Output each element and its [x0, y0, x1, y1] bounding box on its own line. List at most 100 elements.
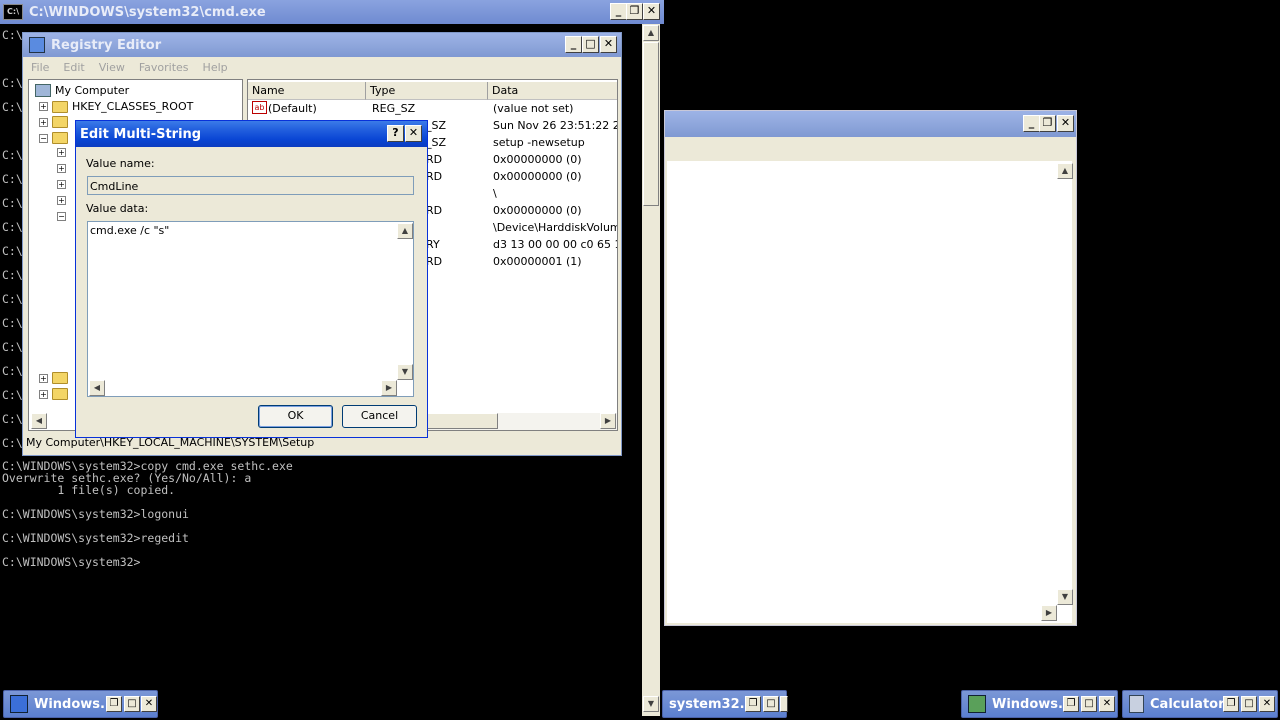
- tree-item[interactable]: +: [39, 116, 68, 128]
- column-header-name[interactable]: Name: [248, 82, 366, 100]
- tree-item-my-computer[interactable]: My Computer: [35, 84, 129, 97]
- menu-favorites[interactable]: Favorites: [139, 61, 189, 74]
- console-fragment: C:\: [2, 100, 23, 114]
- tree-item[interactable]: +: [39, 372, 68, 384]
- computer-icon: [35, 84, 51, 97]
- scroll-left-arrow-icon[interactable]: ◀: [31, 413, 47, 429]
- close-button[interactable]: ✕: [600, 36, 617, 53]
- value-data: d3 13 00 00 00 c0 65 10: [493, 238, 618, 251]
- scroll-right-arrow-icon[interactable]: ▶: [1041, 605, 1057, 621]
- restore-button[interactable]: ❐: [1039, 115, 1056, 132]
- minimize-button[interactable]: _: [1023, 115, 1040, 132]
- restore-button[interactable]: ❐: [745, 696, 761, 712]
- tree-item[interactable]: −: [39, 132, 68, 144]
- minimize-button[interactable]: _: [565, 36, 582, 53]
- maximize-button[interactable]: □: [763, 696, 779, 712]
- menu-view[interactable]: View: [99, 61, 125, 74]
- close-button[interactable]: ✕: [1099, 696, 1115, 712]
- close-button[interactable]: ✕: [1259, 696, 1275, 712]
- cancel-button[interactable]: Cancel: [342, 405, 417, 428]
- scroll-up-arrow-icon[interactable]: ▲: [397, 223, 413, 239]
- expand-icon[interactable]: +: [39, 373, 48, 383]
- scroll-right-arrow-icon[interactable]: ▶: [600, 413, 616, 429]
- console-fragment: C:\: [2, 340, 23, 354]
- close-button[interactable]: [780, 696, 788, 712]
- expand-icon[interactable]: +: [39, 389, 48, 399]
- scroll-up-arrow-icon[interactable]: ▲: [1057, 163, 1073, 179]
- expand-icon[interactable]: +: [57, 148, 66, 157]
- console-fragment: C:\: [2, 364, 23, 378]
- value-data: (value not set): [493, 102, 574, 115]
- taskbar-item[interactable]: Windows... ❐ □ ✕: [3, 690, 158, 718]
- restore-button[interactable]: ❐: [1063, 696, 1079, 712]
- menu-help[interactable]: Help: [203, 61, 228, 74]
- console-fragment: C:\: [2, 148, 23, 162]
- console-icon: C:\: [3, 4, 23, 20]
- expand-icon[interactable]: +: [57, 180, 66, 189]
- taskbar-item[interactable]: Windows... ❐ □ ✕: [961, 690, 1118, 718]
- maximize-button[interactable]: □: [1081, 696, 1097, 712]
- restore-button[interactable]: ❐: [626, 3, 643, 20]
- scroll-up-arrow-icon[interactable]: ▲: [643, 25, 659, 41]
- tree-item[interactable]: −: [57, 212, 66, 221]
- value-name[interactable]: (Default): [268, 102, 317, 115]
- expand-icon[interactable]: +: [57, 164, 66, 173]
- value-name-field: CmdLine: [87, 176, 414, 195]
- collapse-icon[interactable]: −: [39, 133, 48, 143]
- tree-item[interactable]: +: [57, 148, 66, 157]
- console-fragment: C:\: [2, 292, 23, 306]
- menu-file[interactable]: File: [31, 61, 49, 74]
- menu-edit[interactable]: Edit: [63, 61, 84, 74]
- window-icon: [10, 695, 28, 713]
- maximize-button[interactable]: □: [124, 696, 140, 712]
- close-button[interactable]: ✕: [1057, 115, 1074, 132]
- maximize-button[interactable]: □: [1241, 696, 1257, 712]
- network-icon: [968, 695, 986, 713]
- console-prompt[interactable]: C:\WINDOWS\system32>: [2, 556, 140, 568]
- regedit-menubar: File Edit View Favorites Help: [31, 61, 228, 74]
- tree-item[interactable]: +: [57, 164, 66, 173]
- expand-icon[interactable]: +: [57, 196, 66, 205]
- console-line: C:\WINDOWS\system32>regedit: [2, 531, 189, 545]
- folder-icon: [52, 388, 68, 400]
- dialog-titlebar[interactable]: Edit Multi-String ? ✕: [76, 121, 427, 147]
- taskbar-item[interactable]: system32... ❐ □: [662, 690, 788, 718]
- console-fragment: C:\: [2, 436, 23, 450]
- ok-button[interactable]: OK: [258, 405, 333, 428]
- tree-item[interactable]: +: [39, 388, 68, 400]
- taskbar-item[interactable]: Calculator ❐ □ ✕: [1122, 690, 1278, 718]
- value-data-text: cmd.exe /c "s": [90, 224, 170, 237]
- cmd-titlebar[interactable]: C:\ C:\WINDOWS\system32\cmd.exe _ ❐ ✕: [0, 0, 664, 24]
- value-name-label: Value name:: [86, 157, 155, 170]
- cmd-vertical-scrollbar[interactable]: ▲ ▼: [642, 24, 660, 716]
- value-data: 0x00000001 (1): [493, 255, 582, 268]
- scroll-right-arrow-icon[interactable]: ▶: [381, 380, 397, 396]
- value-data: 0x00000000 (0): [493, 204, 582, 217]
- close-button[interactable]: ✕: [141, 696, 157, 712]
- regedit-titlebar[interactable]: Registry Editor _ □ ✕: [23, 33, 621, 57]
- column-header-type[interactable]: Type: [366, 82, 488, 100]
- tree-item[interactable]: +: [57, 180, 66, 189]
- minimize-button[interactable]: _: [610, 3, 627, 20]
- close-button[interactable]: ✕: [405, 125, 422, 142]
- scroll-down-arrow-icon[interactable]: ▼: [397, 364, 413, 380]
- scroll-down-arrow-icon[interactable]: ▼: [643, 696, 659, 712]
- expand-icon[interactable]: +: [39, 102, 48, 111]
- restore-button[interactable]: ❐: [1223, 696, 1239, 712]
- taskbar-item-label: Windows...: [34, 696, 115, 712]
- tree-item[interactable]: +: [57, 196, 66, 205]
- background-window-client: ▲ ▶ ▼: [667, 161, 1073, 623]
- scroll-down-arrow-icon[interactable]: ▼: [1057, 589, 1073, 605]
- background-window-titlebar[interactable]: _ ❐ ✕: [665, 111, 1076, 137]
- tree-item-hkcr[interactable]: + HKEY_CLASSES_ROOT: [39, 100, 193, 113]
- scroll-thumb[interactable]: [643, 42, 659, 206]
- restore-button[interactable]: ❐: [106, 696, 122, 712]
- help-button[interactable]: ?: [387, 125, 404, 142]
- expand-icon[interactable]: +: [39, 117, 48, 127]
- close-button[interactable]: ✕: [643, 3, 660, 20]
- column-header-data[interactable]: Data: [488, 82, 617, 100]
- collapse-icon[interactable]: −: [57, 212, 66, 221]
- value-data-textarea[interactable]: cmd.exe /c "s" ▲ ▼ ◀ ▶: [87, 221, 414, 397]
- scroll-left-arrow-icon[interactable]: ◀: [89, 380, 105, 396]
- maximize-button[interactable]: □: [582, 36, 599, 53]
